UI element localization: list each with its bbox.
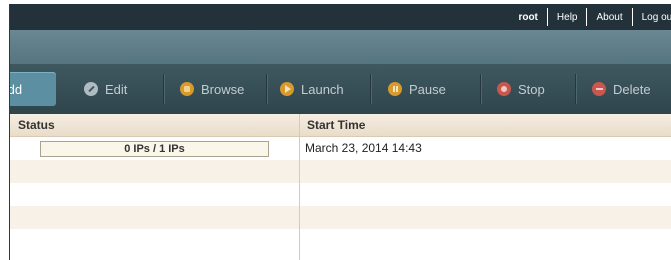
toolbar: Add Edit Browse Launch Pause Stop (10, 64, 671, 114)
add-button[interactable]: Add (10, 72, 56, 106)
stop-button[interactable]: Stop (497, 72, 545, 106)
add-button-label: Add (9, 81, 23, 97)
column-header-status[interactable]: Status (18, 114, 55, 136)
toolbar-divider (163, 74, 164, 104)
about-link[interactable]: About (587, 12, 631, 23)
top-links: root Help About Log out (509, 4, 671, 30)
pause-button-label: Pause (409, 81, 446, 97)
jobs-table: Status Start Time 0 IPs / 1 IPs March 23… (10, 114, 671, 260)
launch-icon (280, 82, 294, 96)
delete-icon (592, 82, 606, 96)
stop-button-label: Stop (518, 81, 545, 97)
table-row[interactable]: 0 IPs / 1 IPs March 23, 2014 14:43 (10, 137, 671, 160)
delete-button-label: Delete (613, 81, 651, 97)
browse-button[interactable]: Browse (180, 72, 244, 106)
user-link[interactable]: root (509, 12, 546, 23)
table-row (10, 160, 671, 183)
table-row (10, 229, 671, 252)
help-link[interactable]: Help (548, 12, 587, 23)
table-row (10, 206, 671, 229)
edit-button-label: Edit (105, 81, 128, 97)
browse-icon (180, 82, 194, 96)
launch-button[interactable]: Launch (280, 72, 344, 106)
toolbar-divider (370, 74, 371, 104)
status-text: 0 IPs / 1 IPs (124, 143, 185, 155)
header-band (10, 30, 671, 64)
status-progress: 0 IPs / 1 IPs (40, 141, 269, 157)
toolbar-divider (575, 74, 576, 104)
table-row (10, 183, 671, 206)
start-time-cell: March 23, 2014 14:43 (305, 141, 422, 155)
edit-button[interactable]: Edit (84, 72, 127, 106)
edit-icon (84, 82, 98, 96)
stop-icon (497, 82, 511, 96)
column-header-start-time[interactable]: Start Time (307, 114, 365, 136)
column-divider (299, 114, 300, 260)
table-header: Status Start Time (10, 114, 671, 137)
toolbar-divider (266, 74, 267, 104)
toolbar-divider (480, 74, 481, 104)
pause-button[interactable]: Pause (388, 72, 446, 106)
logout-link[interactable]: Log out (633, 12, 671, 23)
launch-button-label: Launch (301, 81, 344, 97)
top-bar: root Help About Log out (10, 4, 671, 30)
app-frame: root Help About Log out Add Edit Browse … (9, 4, 671, 260)
delete-button[interactable]: Delete (592, 72, 651, 106)
browse-button-label: Browse (201, 81, 245, 97)
pause-icon (388, 82, 402, 96)
